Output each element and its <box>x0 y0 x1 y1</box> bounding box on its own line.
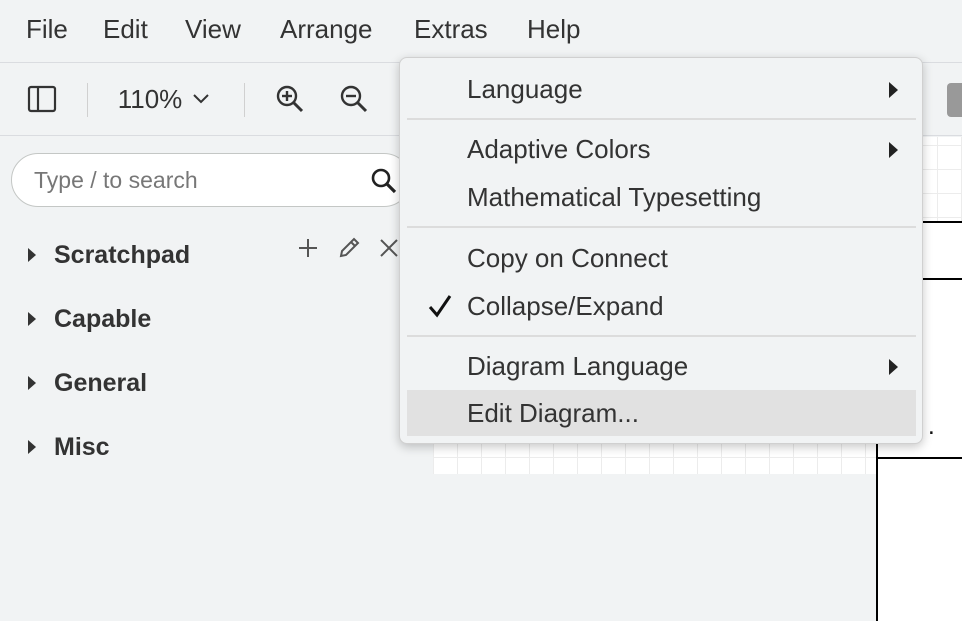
menu-item-label: Adaptive Colors <box>467 134 651 164</box>
sidebar-section-general[interactable]: General <box>28 363 147 403</box>
menu-edit[interactable]: Edit <box>103 14 148 45</box>
menu-separator <box>407 226 916 228</box>
sidebar-panel-icon <box>27 85 57 113</box>
menu-item-mathematical-typesetting[interactable]: Mathematical Typesetting <box>407 174 916 220</box>
menu-item-language[interactable]: Language <box>407 66 916 112</box>
toolbar-overflow-icon[interactable] <box>947 83 962 117</box>
menu-item-label: Collapse/Expand <box>467 291 664 321</box>
checkmark-icon <box>428 295 452 318</box>
expand-arrow-icon <box>28 312 36 326</box>
section-label: Capable <box>54 304 152 333</box>
shape-divider <box>878 457 962 459</box>
menu-item-copy-on-connect[interactable]: Copy on Connect <box>407 235 916 281</box>
menu-item-adaptive-colors[interactable]: Adaptive Colors <box>407 126 916 172</box>
sidebar-section-scratchpad[interactable]: Scratchpad <box>28 235 408 275</box>
menu-item-label: Language <box>467 74 583 104</box>
plus-icon[interactable] <box>296 236 320 260</box>
menubar: File Edit View Arrange Extras Help <box>0 0 962 62</box>
menu-view[interactable]: View <box>185 14 241 45</box>
close-icon[interactable] <box>378 237 400 259</box>
zoom-in-button[interactable] <box>272 77 308 121</box>
extras-menu: Language Adaptive Colors Mathematical Ty… <box>399 57 923 444</box>
submenu-arrow-icon <box>889 359 898 375</box>
menu-extras[interactable]: Extras <box>414 14 488 45</box>
menu-help[interactable]: Help <box>527 14 580 45</box>
zoom-level: 110% <box>117 83 183 114</box>
menu-item-diagram-language[interactable]: Diagram Language <box>407 343 916 389</box>
submenu-arrow-icon <box>889 82 898 98</box>
expand-arrow-icon <box>28 248 36 262</box>
zoom-out-icon <box>340 85 368 113</box>
menu-item-edit-diagram[interactable]: Edit Diagram... <box>407 390 916 436</box>
expand-arrow-icon <box>28 376 36 390</box>
chevron-down-icon <box>193 94 209 104</box>
toolbar-separator <box>244 83 245 117</box>
search-icon[interactable] <box>370 167 398 195</box>
submenu-arrow-icon <box>889 142 898 158</box>
search-box[interactable] <box>11 153 411 207</box>
toolbar-separator <box>87 83 88 117</box>
zoom-dropdown[interactable]: 110% <box>110 77 220 121</box>
section-label: General <box>54 368 148 397</box>
toggle-sidebar-button[interactable] <box>24 77 60 121</box>
zoom-in-icon <box>276 85 304 113</box>
sidebar-section-capable[interactable]: Capable <box>28 299 151 339</box>
menu-file[interactable]: File <box>26 14 68 45</box>
menu-item-label: Copy on Connect <box>467 243 668 273</box>
menu-separator <box>407 118 916 120</box>
sidebar: Scratchpad Capable General Misc <box>0 137 433 474</box>
sidebar-section-misc[interactable]: Misc <box>28 427 110 467</box>
section-label: Misc <box>54 432 110 461</box>
menu-item-label: Mathematical Typesetting <box>467 182 762 212</box>
section-label: Scratchpad <box>54 240 191 269</box>
search-input[interactable] <box>32 162 362 198</box>
menu-arrange[interactable]: Arrange <box>280 14 373 45</box>
pencil-icon[interactable] <box>336 235 362 261</box>
menu-separator <box>407 335 916 337</box>
menu-item-label: Edit Diagram... <box>467 398 639 428</box>
expand-arrow-icon <box>28 440 36 454</box>
menu-item-label: Diagram Language <box>467 351 689 381</box>
menu-item-collapse-expand[interactable]: Collapse/Expand <box>407 283 916 329</box>
zoom-out-button[interactable] <box>336 77 372 121</box>
